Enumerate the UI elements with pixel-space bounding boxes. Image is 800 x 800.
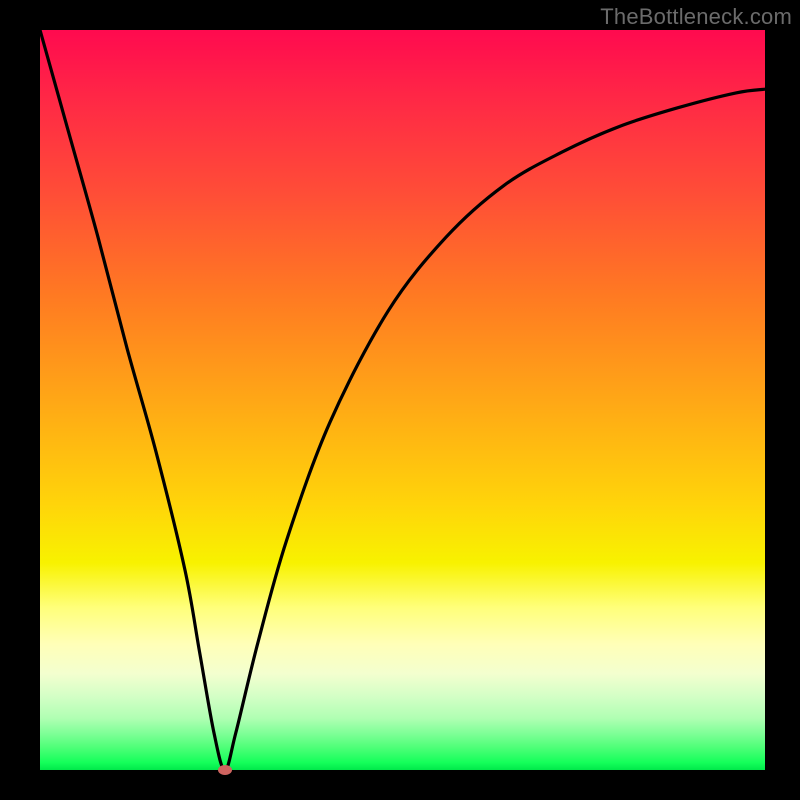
- watermark-text: TheBottleneck.com: [600, 4, 792, 30]
- curve-svg: [40, 30, 765, 770]
- chart-container: TheBottleneck.com: [0, 0, 800, 800]
- optimal-point-marker: [218, 765, 232, 775]
- bottleneck-curve: [40, 30, 765, 770]
- plot-area: [40, 30, 765, 770]
